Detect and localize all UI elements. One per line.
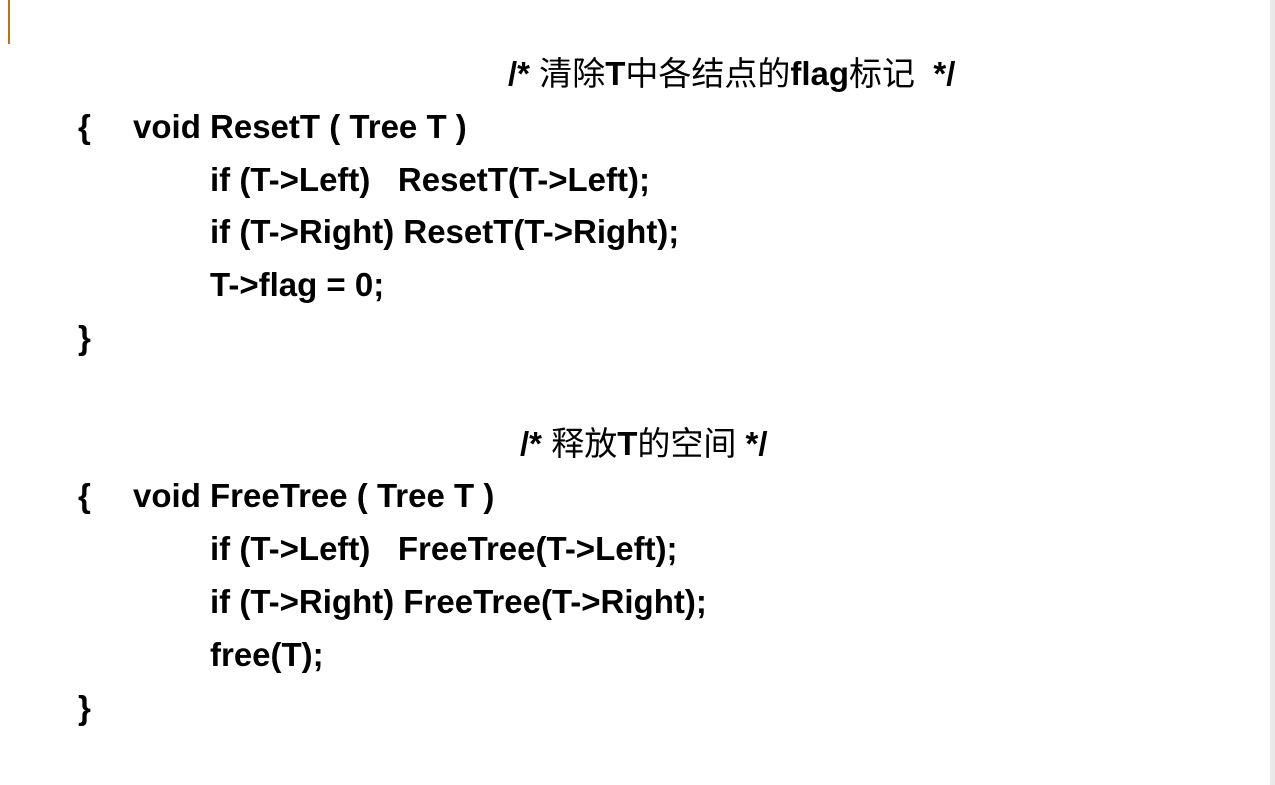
resett-body-line: if (T->Right) ResetT(T->Right); [210, 213, 680, 251]
accent-bar [8, 0, 10, 44]
freetree-open-brace: { [78, 477, 91, 515]
resett-body-line: if (T->Left) ResetT(T->Left); [210, 160, 650, 198]
comment-open: /* [520, 424, 552, 462]
comment-open: /* [508, 55, 540, 92]
slide-edge-divider [1270, 0, 1275, 785]
freetree-body-line: free(T); [210, 635, 324, 673]
freetree-comment: /* 释放T的空间 */ [520, 418, 768, 471]
comment-text: 标记 [849, 55, 916, 92]
comment-text: 清除 [539, 55, 606, 92]
resett-open-brace: { [78, 107, 91, 145]
code-block: void ResetT ( Tree T ) /* 清除T中各结点的flag标记… [78, 48, 955, 734]
slide: void ResetT ( Tree T ) /* 清除T中各结点的flag标记… [0, 0, 1275, 785]
comment-close: */ [736, 424, 768, 462]
freetree-signature-line: void FreeTree ( Tree T ) /* 释放T的空间 */ [78, 418, 768, 515]
resett-signature-line: void ResetT ( Tree T ) /* 清除T中各结点的flag标记… [78, 48, 955, 145]
freetree-body-line: if (T->Left) FreeTree(T->Left); [210, 530, 678, 568]
freetree-close-brace: } [78, 688, 91, 726]
comment-text: 中各结点的 [625, 55, 791, 92]
comment-text: 释放 [551, 424, 618, 462]
resett-body-line: T->flag = 0; [210, 266, 385, 304]
comment-close: */ [915, 55, 956, 92]
comment-text: 的空间 [637, 424, 737, 462]
comment-text: T [605, 55, 626, 92]
resett-close-brace: } [78, 318, 91, 356]
comment-text: flag [790, 55, 850, 92]
freetree-body-line: if (T->Right) FreeTree(T->Right); [210, 582, 707, 620]
resett-comment: /* 清除T中各结点的flag标记 */ [508, 48, 955, 101]
comment-text: T [617, 424, 638, 462]
